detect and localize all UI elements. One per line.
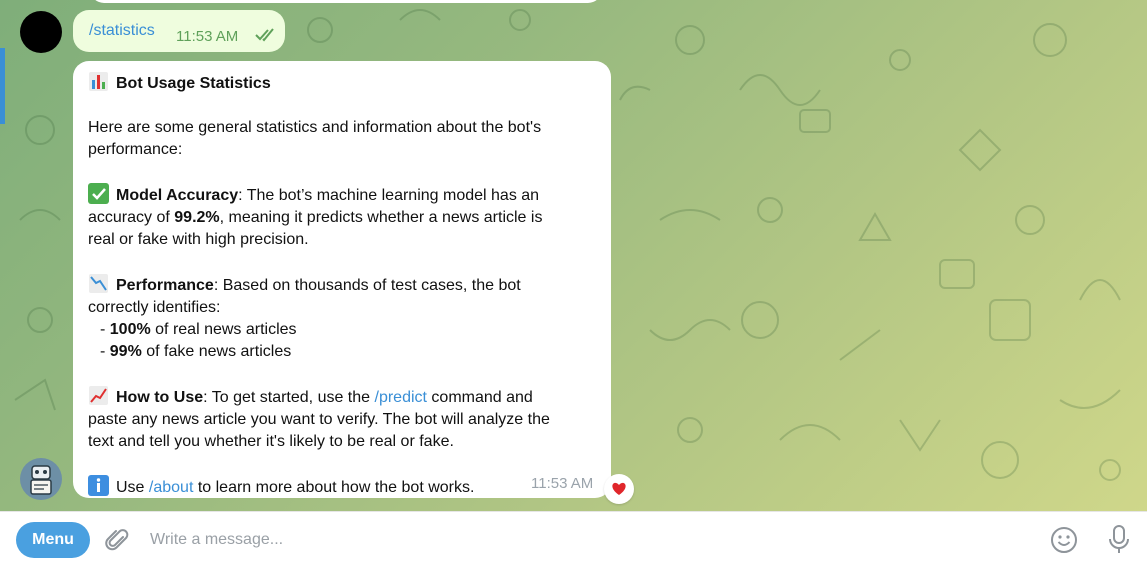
heart-icon [612,482,626,495]
accuracy-line-3: real or fake with high precision. [88,231,309,248]
check-mark-icon [88,183,109,204]
performance-item-real: - 100% of real news articles [88,319,598,341]
predict-command-link[interactable]: /predict [375,389,427,406]
accuracy-line-2: accuracy of 99.2%, meaning it predicts w… [88,207,598,229]
command-text[interactable]: /statistics [89,22,155,40]
performance-line-2: correctly identifies: [88,299,221,316]
list-item-text: of real news articles [150,321,297,338]
about-text: Use [116,479,149,496]
microphone-icon[interactable] [1107,524,1131,556]
about-command-link[interactable]: /about [149,479,193,496]
real-percentage: 100% [109,321,151,338]
accuracy-text: accuracy of [88,209,175,226]
how-to-use-text: command and [426,389,533,406]
performance-label: Performance [116,277,214,294]
list-bullet: - [100,343,110,360]
message-title-line: Bot Usage Statistics [88,71,598,95]
menu-button[interactable]: Menu [16,522,90,558]
message-input-bar: Menu [0,511,1147,567]
accuracy-line-1: Model Accuracy: The bot’s machine learni… [88,183,598,207]
intro-line-2: performance: [88,141,183,158]
list-bullet: - [100,321,110,338]
performance-text: : Based on thousands of test cases, the … [213,277,521,294]
accuracy-text: : The bot’s machine learning model has a… [238,187,540,204]
intro-line-1: Here are some general statistics and inf… [88,119,542,136]
performance-line-1: Performance: Based on thousands of test … [88,273,598,297]
robot-icon [30,465,52,495]
user-avatar[interactable] [20,11,62,53]
bar-chart-icon [88,71,109,92]
message-input[interactable] [150,524,1010,556]
how-to-use-text: : To get started, use the [203,389,375,406]
bot-avatar[interactable] [20,458,62,500]
chart-decreasing-icon [88,273,109,294]
message-title: Bot Usage Statistics [116,75,271,92]
chart-increasing-icon [88,385,109,406]
heart-reaction[interactable] [604,474,634,504]
performance-item-fake: - 99% of fake news articles [88,341,598,363]
message-timestamp: 11:53 AM [531,475,594,492]
how-to-use-line-3: text and tell you whether it's likely to… [88,433,454,450]
about-text: to learn more about how the bot works. [193,479,475,496]
incoming-message-bubble[interactable]: Bot Usage Statistics Here are some gener… [73,61,611,498]
how-to-use-line-2: paste any news article you want to verif… [88,411,550,428]
about-line: Use /about to learn more about how the b… [88,475,598,499]
message-body: Bot Usage Statistics Here are some gener… [88,71,598,499]
info-icon [88,475,109,496]
fake-percentage: 99% [109,343,142,360]
accuracy-text: , meaning it predicts whether a news art… [219,209,543,226]
double-check-icon [255,28,274,42]
smiley-icon[interactable] [1050,526,1078,554]
left-accent-bar [0,48,5,124]
outgoing-message-bubble[interactable]: /statistics 11:53 AM [73,10,285,52]
message-timestamp: 11:53 AM [176,28,239,45]
how-to-use-line-1: How to Use: To get started, use the /pre… [88,385,598,409]
accuracy-label: Model Accuracy [116,187,239,204]
accuracy-value: 99.2% [174,209,220,226]
paperclip-icon[interactable] [104,527,130,553]
how-to-use-label: How to Use [116,389,204,406]
previous-message-bubble [90,0,602,3]
chat-area[interactable]: /statistics 11:53 AM Bot Usage Statistic… [0,0,1147,511]
list-item-text: of fake news articles [141,343,292,360]
